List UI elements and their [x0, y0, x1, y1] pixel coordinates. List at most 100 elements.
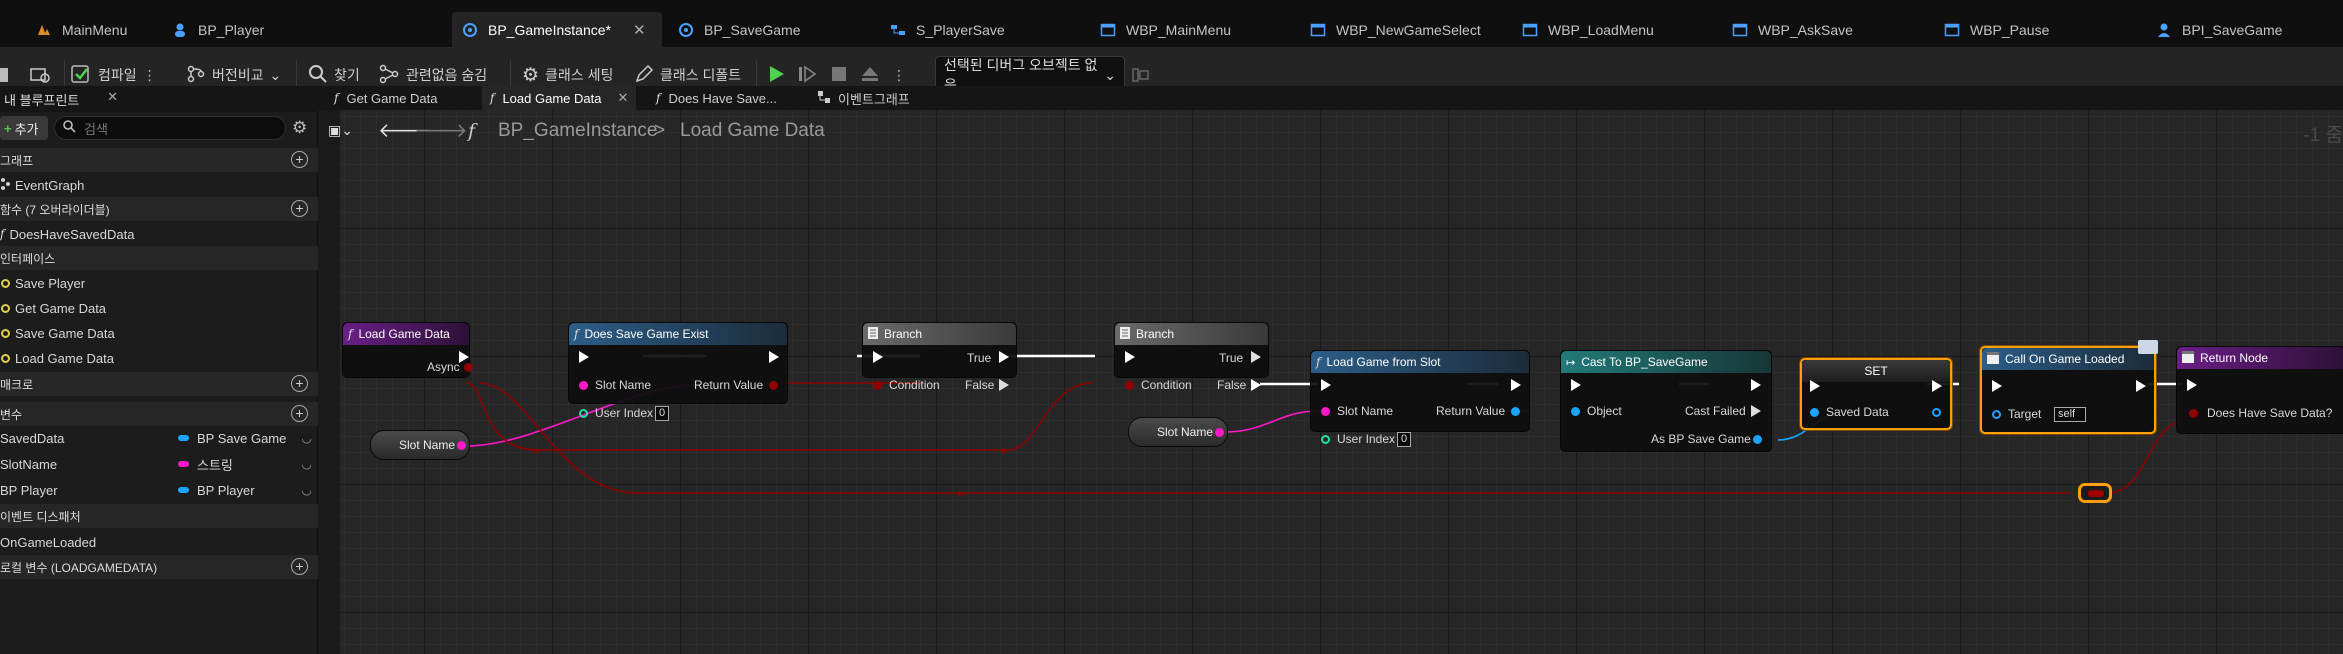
- eye-icon[interactable]: ◡: [302, 483, 312, 497]
- exec-in-pin[interactable]: [1992, 380, 2002, 392]
- add-function-icon[interactable]: +: [291, 200, 308, 217]
- int-in-pin[interactable]: [1321, 435, 1330, 444]
- string-in-pin[interactable]: [1321, 407, 1330, 416]
- exec-in-pin[interactable]: [873, 351, 883, 363]
- add-graph-icon[interactable]: +: [291, 151, 308, 168]
- bool-in-pin[interactable]: [1125, 381, 1134, 390]
- exec-in-pin[interactable]: [1321, 379, 1331, 391]
- doc-tab-wbp-loadmenu[interactable]: WBP_LoadMenu: [1512, 12, 1664, 48]
- async-pin[interactable]: [464, 363, 473, 372]
- add-variable-icon[interactable]: +: [291, 405, 308, 422]
- graph-canvas[interactable]: ▣⌄ 🡐 🡒 f BP_GameInstance > Load Game Dat…: [318, 110, 2343, 654]
- string-in-pin[interactable]: [579, 381, 588, 390]
- int-in-pin[interactable]: [579, 409, 588, 418]
- graph-tab-get-game-data[interactable]: f Get Game Data: [326, 86, 446, 110]
- object-out-pin[interactable]: [1511, 407, 1520, 416]
- section-macros[interactable]: 매크로 +: [0, 372, 318, 396]
- exec-out-pin[interactable]: [1932, 380, 1942, 392]
- add-local-variable-icon[interactable]: +: [291, 558, 308, 575]
- doc-tab-wbp-asksave[interactable]: WBP_AskSave: [1722, 12, 1863, 48]
- step-icon[interactable]: [798, 64, 818, 87]
- branch-node-1[interactable]: Branch True Condition False: [862, 322, 1017, 392]
- string-out-pin[interactable]: [1215, 428, 1224, 437]
- section-functions[interactable]: 함수 (7 오버라이더블) +: [0, 197, 318, 221]
- target-input[interactable]: self: [2054, 407, 2086, 422]
- object-in-pin[interactable]: [1571, 407, 1580, 416]
- eye-icon[interactable]: ◡: [302, 457, 312, 471]
- interface-item-get-game-data[interactable]: Get Game Data: [0, 296, 318, 320]
- bool-pin[interactable]: [2088, 490, 2104, 497]
- eject-icon[interactable]: [860, 64, 880, 87]
- graph-tab-event-graph[interactable]: 이벤트그래프: [810, 86, 918, 110]
- section-local-variables[interactable]: 로컬 변수 (LOADGAMEDATA) +: [0, 555, 318, 579]
- slot-name-getter-node[interactable]: Slot Name: [370, 430, 470, 460]
- doc-tab-wbp-newgameselect[interactable]: WBP_NewGameSelect: [1300, 12, 1491, 48]
- call-on-game-loaded-node[interactable]: Call On Game Loaded Target self: [1980, 346, 2156, 434]
- exec-out-pin[interactable]: [1511, 379, 1521, 391]
- user-index-input[interactable]: 0: [1397, 432, 1412, 447]
- object-out-pin[interactable]: [1932, 408, 1941, 417]
- string-out-pin[interactable]: [457, 441, 466, 450]
- false-out-pin[interactable]: [999, 379, 1009, 391]
- doc-tab-wbp-mainmenu[interactable]: WBP_MainMenu: [1090, 12, 1241, 48]
- object-out-pin[interactable]: [1753, 435, 1762, 444]
- interface-item-save-player[interactable]: Save Player: [0, 271, 318, 295]
- interface-item-load-game-data[interactable]: Load Game Data: [0, 346, 318, 370]
- true-out-pin[interactable]: [999, 351, 1009, 363]
- return-node[interactable]: Return Node Does Have Save Data?: [2176, 346, 2343, 434]
- doc-tab-bp-savegame[interactable]: BP_SaveGame: [668, 12, 811, 48]
- exec-in-pin[interactable]: [1125, 351, 1135, 363]
- cast-to-bp-savegame-node[interactable]: ↦ Cast To BP_SaveGame Object Cast Failed…: [1560, 350, 1772, 452]
- exec-in-pin[interactable]: [2187, 379, 2197, 391]
- set-saved-data-node[interactable]: SET Saved Data: [1800, 358, 1952, 430]
- variable-type[interactable]: BP Save Game: [178, 431, 286, 446]
- variable-item-slotname[interactable]: SlotName 스트링 ◡: [0, 452, 318, 476]
- variable-type[interactable]: 스트링: [178, 455, 233, 474]
- bool-in-pin[interactable]: [2189, 409, 2198, 418]
- load-game-from-slot-node[interactable]: f Load Game from Slot Slot Name User Ind…: [1310, 350, 1530, 447]
- search-input[interactable]: 검색: [54, 116, 286, 140]
- section-interfaces[interactable]: 인터페이스: [0, 246, 318, 270]
- function-item-doeshavesaveddata[interactable]: f DoesHaveSavedData: [0, 222, 318, 246]
- graph-tab-load-game-data[interactable]: f Load Game Data ✕: [482, 86, 637, 110]
- doc-tab-bp-player[interactable]: BP_Player: [162, 12, 274, 48]
- more-vert-icon[interactable]: ⋮: [143, 67, 157, 84]
- branch-node-2[interactable]: Branch True Condition False: [1114, 322, 1269, 392]
- doc-tab-bp-gameinstance[interactable]: BP_GameInstance* ✕: [452, 12, 662, 48]
- object-in-pin[interactable]: [1810, 408, 1819, 417]
- more-vert-icon[interactable]: ⋮: [892, 67, 906, 84]
- variable-type[interactable]: BP Player: [178, 483, 255, 498]
- graph-tab-does-have-save[interactable]: f Does Have Save...: [648, 86, 785, 110]
- does-save-game-exist-node[interactable]: f Does Save Game Exist Slot Name User In…: [568, 322, 788, 421]
- function-entry-node[interactable]: f Load Game Data Async: [342, 322, 473, 378]
- section-dispatchers[interactable]: 이벤트 디스패처: [0, 504, 318, 528]
- bool-out-pin[interactable]: [769, 381, 778, 390]
- exec-in-pin[interactable]: [579, 351, 589, 363]
- graph-item-eventgraph[interactable]: EventGraph: [0, 173, 318, 197]
- exec-in-pin[interactable]: [1571, 379, 1581, 391]
- user-index-input[interactable]: 0: [655, 406, 670, 421]
- cast-failed-pin[interactable]: [1751, 405, 1761, 417]
- section-variables[interactable]: 변수 +: [0, 402, 318, 426]
- gear-icon[interactable]: ⚙: [292, 118, 307, 138]
- false-out-pin[interactable]: [1251, 379, 1261, 391]
- close-icon[interactable]: ✕: [617, 90, 628, 106]
- doc-tab-mainmenu[interactable]: MainMenu: [26, 12, 137, 48]
- variable-item-bp-player[interactable]: BP Player BP Player ◡: [0, 478, 318, 502]
- exec-in-pin[interactable]: [1810, 380, 1820, 392]
- exec-out-pin[interactable]: [459, 351, 469, 363]
- target-in-pin[interactable]: [1992, 410, 2001, 419]
- close-icon[interactable]: ✕: [107, 89, 118, 105]
- exec-out-pin[interactable]: [1751, 379, 1761, 391]
- dispatcher-item-ongameloaded[interactable]: OnGameLoaded: [0, 530, 318, 554]
- interface-item-save-game-data[interactable]: Save Game Data: [0, 321, 318, 345]
- true-out-pin[interactable]: [1251, 351, 1261, 363]
- add-button[interactable]: + 추가: [0, 116, 48, 140]
- doc-tab-s-playersave[interactable]: S_PlayerSave: [880, 12, 1015, 48]
- doc-tab-wbp-pause[interactable]: WBP_Pause: [1934, 12, 2059, 48]
- exec-out-pin[interactable]: [2136, 380, 2146, 392]
- close-icon[interactable]: ✕: [633, 21, 646, 39]
- play-icon[interactable]: [768, 64, 786, 87]
- bool-in-pin[interactable]: [873, 381, 882, 390]
- exec-out-pin[interactable]: [769, 351, 779, 363]
